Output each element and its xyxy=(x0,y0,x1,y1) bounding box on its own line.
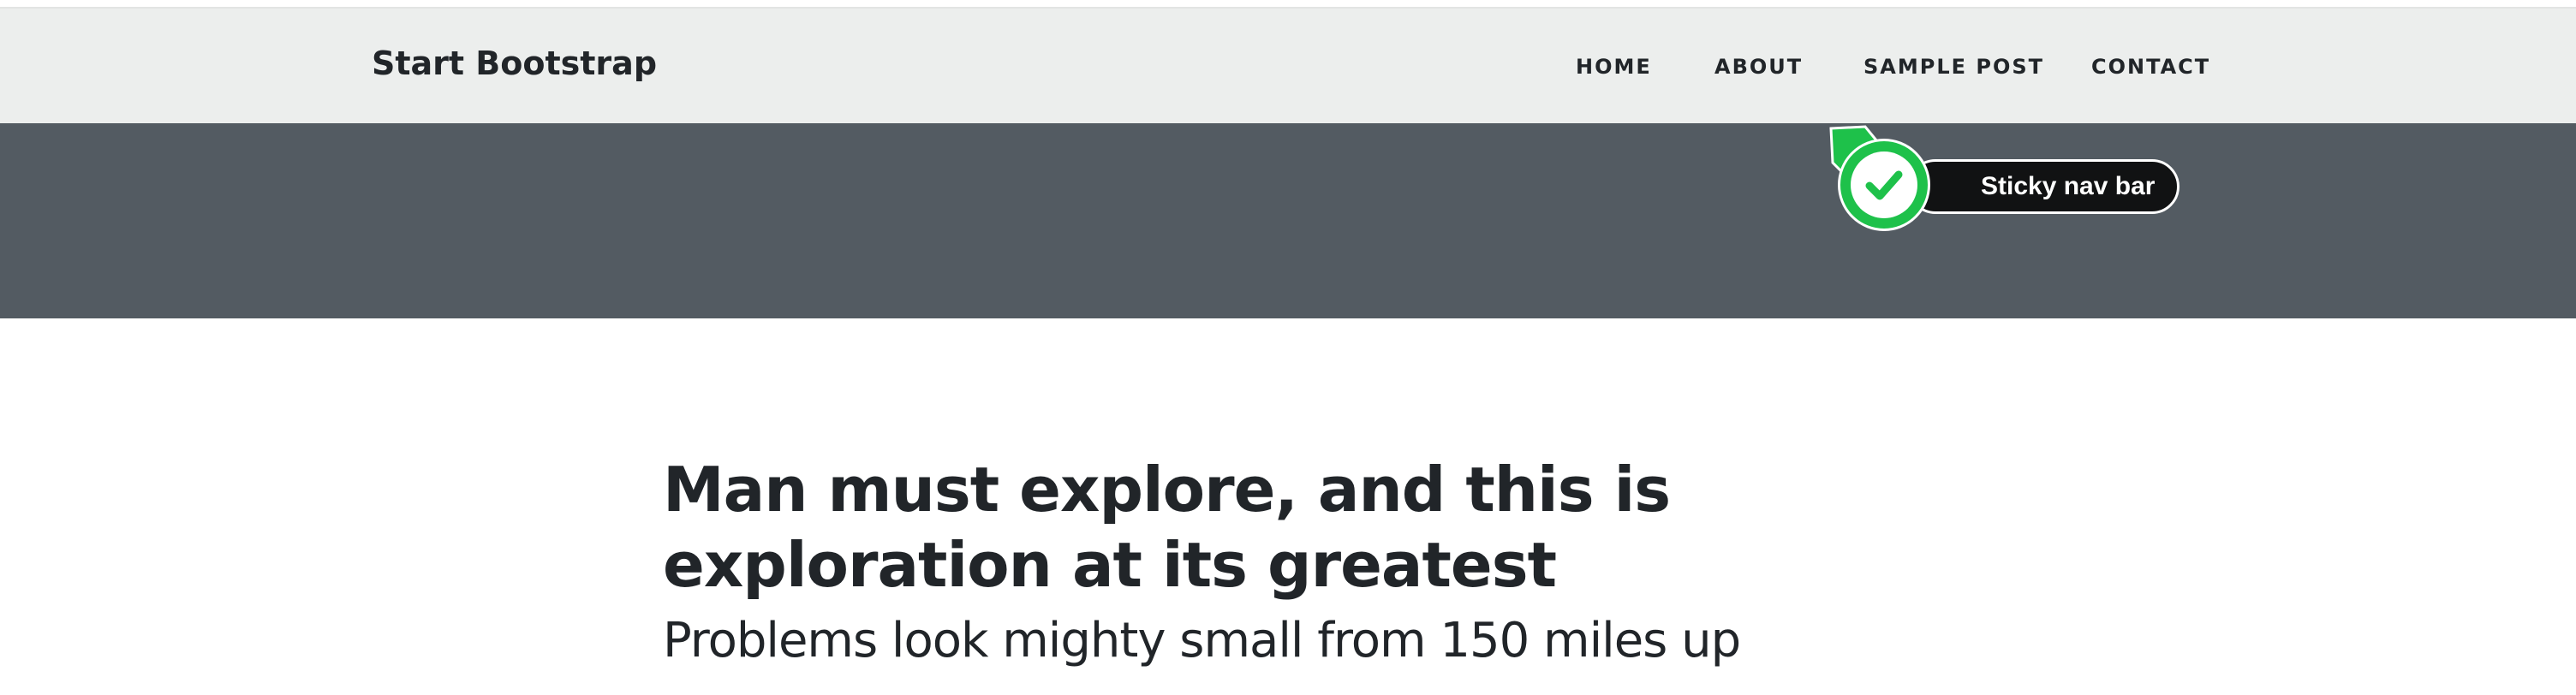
navbar-brand[interactable]: Start Bootstrap xyxy=(372,45,657,82)
page: Start Bootstrap HOME ABOUT SAMPLE POST C… xyxy=(0,0,2576,695)
nav-link-contact[interactable]: CONTACT xyxy=(2091,55,2210,79)
nav-link-about[interactable]: ABOUT xyxy=(1714,55,1803,79)
post-subtitle: Problems look mighty small from 150 mile… xyxy=(663,613,1741,668)
annotation-label-pill: Sticky nav bar xyxy=(1908,159,2180,214)
masthead-header xyxy=(0,123,2576,318)
annotation-badge-inner xyxy=(1851,151,1917,218)
annotation-callout: Sticky nav bar xyxy=(1822,125,2180,236)
sticky-navbar: Start Bootstrap HOME ABOUT SAMPLE POST C… xyxy=(0,7,2576,123)
nav-link-sample-post[interactable]: SAMPLE POST xyxy=(1863,55,2044,79)
nav-link-home[interactable]: HOME xyxy=(1576,55,1652,79)
check-icon xyxy=(1865,170,1903,200)
top-edge xyxy=(0,0,2576,7)
annotation-badge xyxy=(1838,139,1930,231)
post-heading: Man must explore, and this is exploratio… xyxy=(663,452,1776,671)
post-title: Man must explore, and this is exploratio… xyxy=(663,454,1671,601)
annotation-label: Sticky nav bar xyxy=(1981,172,2156,200)
